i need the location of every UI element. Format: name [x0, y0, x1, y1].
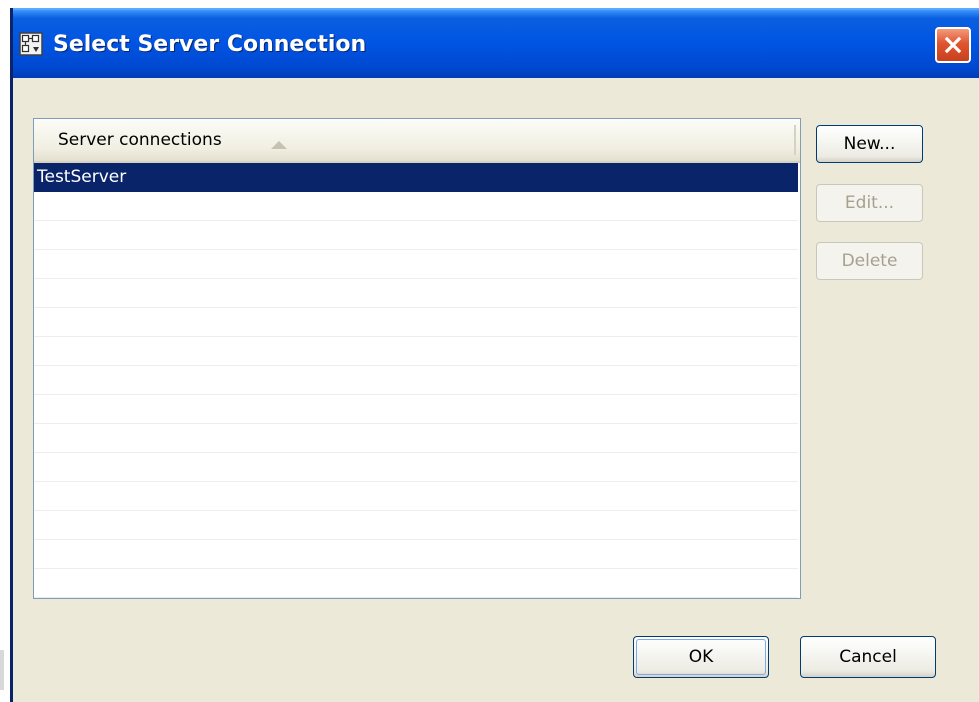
background-edge: [0, 650, 4, 690]
cancel-button[interactable]: Cancel: [800, 636, 936, 678]
column-header-server-connections[interactable]: Server connections: [38, 123, 794, 157]
server-connection-icon: [19, 32, 43, 56]
close-icon: [944, 36, 962, 54]
list-row-empty: [34, 482, 798, 511]
list-row-empty: [34, 308, 798, 337]
list-row-empty: [34, 395, 798, 424]
list-row-testserver[interactable]: TestServer: [34, 163, 798, 192]
row-label: TestServer: [37, 167, 127, 187]
list-row-empty: [34, 366, 798, 395]
ok-button-label: OK: [688, 647, 714, 667]
list-row-empty: [34, 569, 798, 598]
delete-button[interactable]: Delete: [816, 242, 923, 280]
list-row-empty: [34, 511, 798, 540]
list-row-empty: [34, 221, 798, 250]
title-bar[interactable]: Select Server Connection: [13, 8, 979, 78]
list-row-empty: [34, 424, 798, 453]
new-button[interactable]: New...: [816, 125, 923, 163]
list-row-empty: [34, 192, 798, 221]
sort-ascending-icon: [270, 135, 288, 149]
list-row-empty: [34, 250, 798, 279]
new-button-label: New...: [843, 134, 896, 154]
server-connections-list[interactable]: Server connections TestServer: [33, 118, 801, 599]
cancel-button-label: Cancel: [839, 647, 897, 667]
edit-button-label: Edit...: [844, 193, 895, 213]
list-row-empty: [34, 453, 798, 482]
column-divider[interactable]: [794, 125, 796, 155]
window-title: Select Server Connection: [53, 32, 367, 57]
list-row-empty: [34, 540, 798, 569]
column-header-label: Server connections: [58, 130, 222, 150]
list-rows: TestServer: [34, 163, 800, 598]
list-header: Server connections: [34, 119, 800, 163]
list-row-empty: [34, 279, 798, 308]
list-row-empty: [34, 337, 798, 366]
ok-button[interactable]: OK: [633, 636, 769, 678]
edit-button[interactable]: Edit...: [816, 184, 923, 222]
dialog-window: Select Server Connection Server connecti…: [10, 8, 979, 702]
close-button[interactable]: [935, 27, 971, 63]
delete-button-label: Delete: [841, 251, 898, 271]
